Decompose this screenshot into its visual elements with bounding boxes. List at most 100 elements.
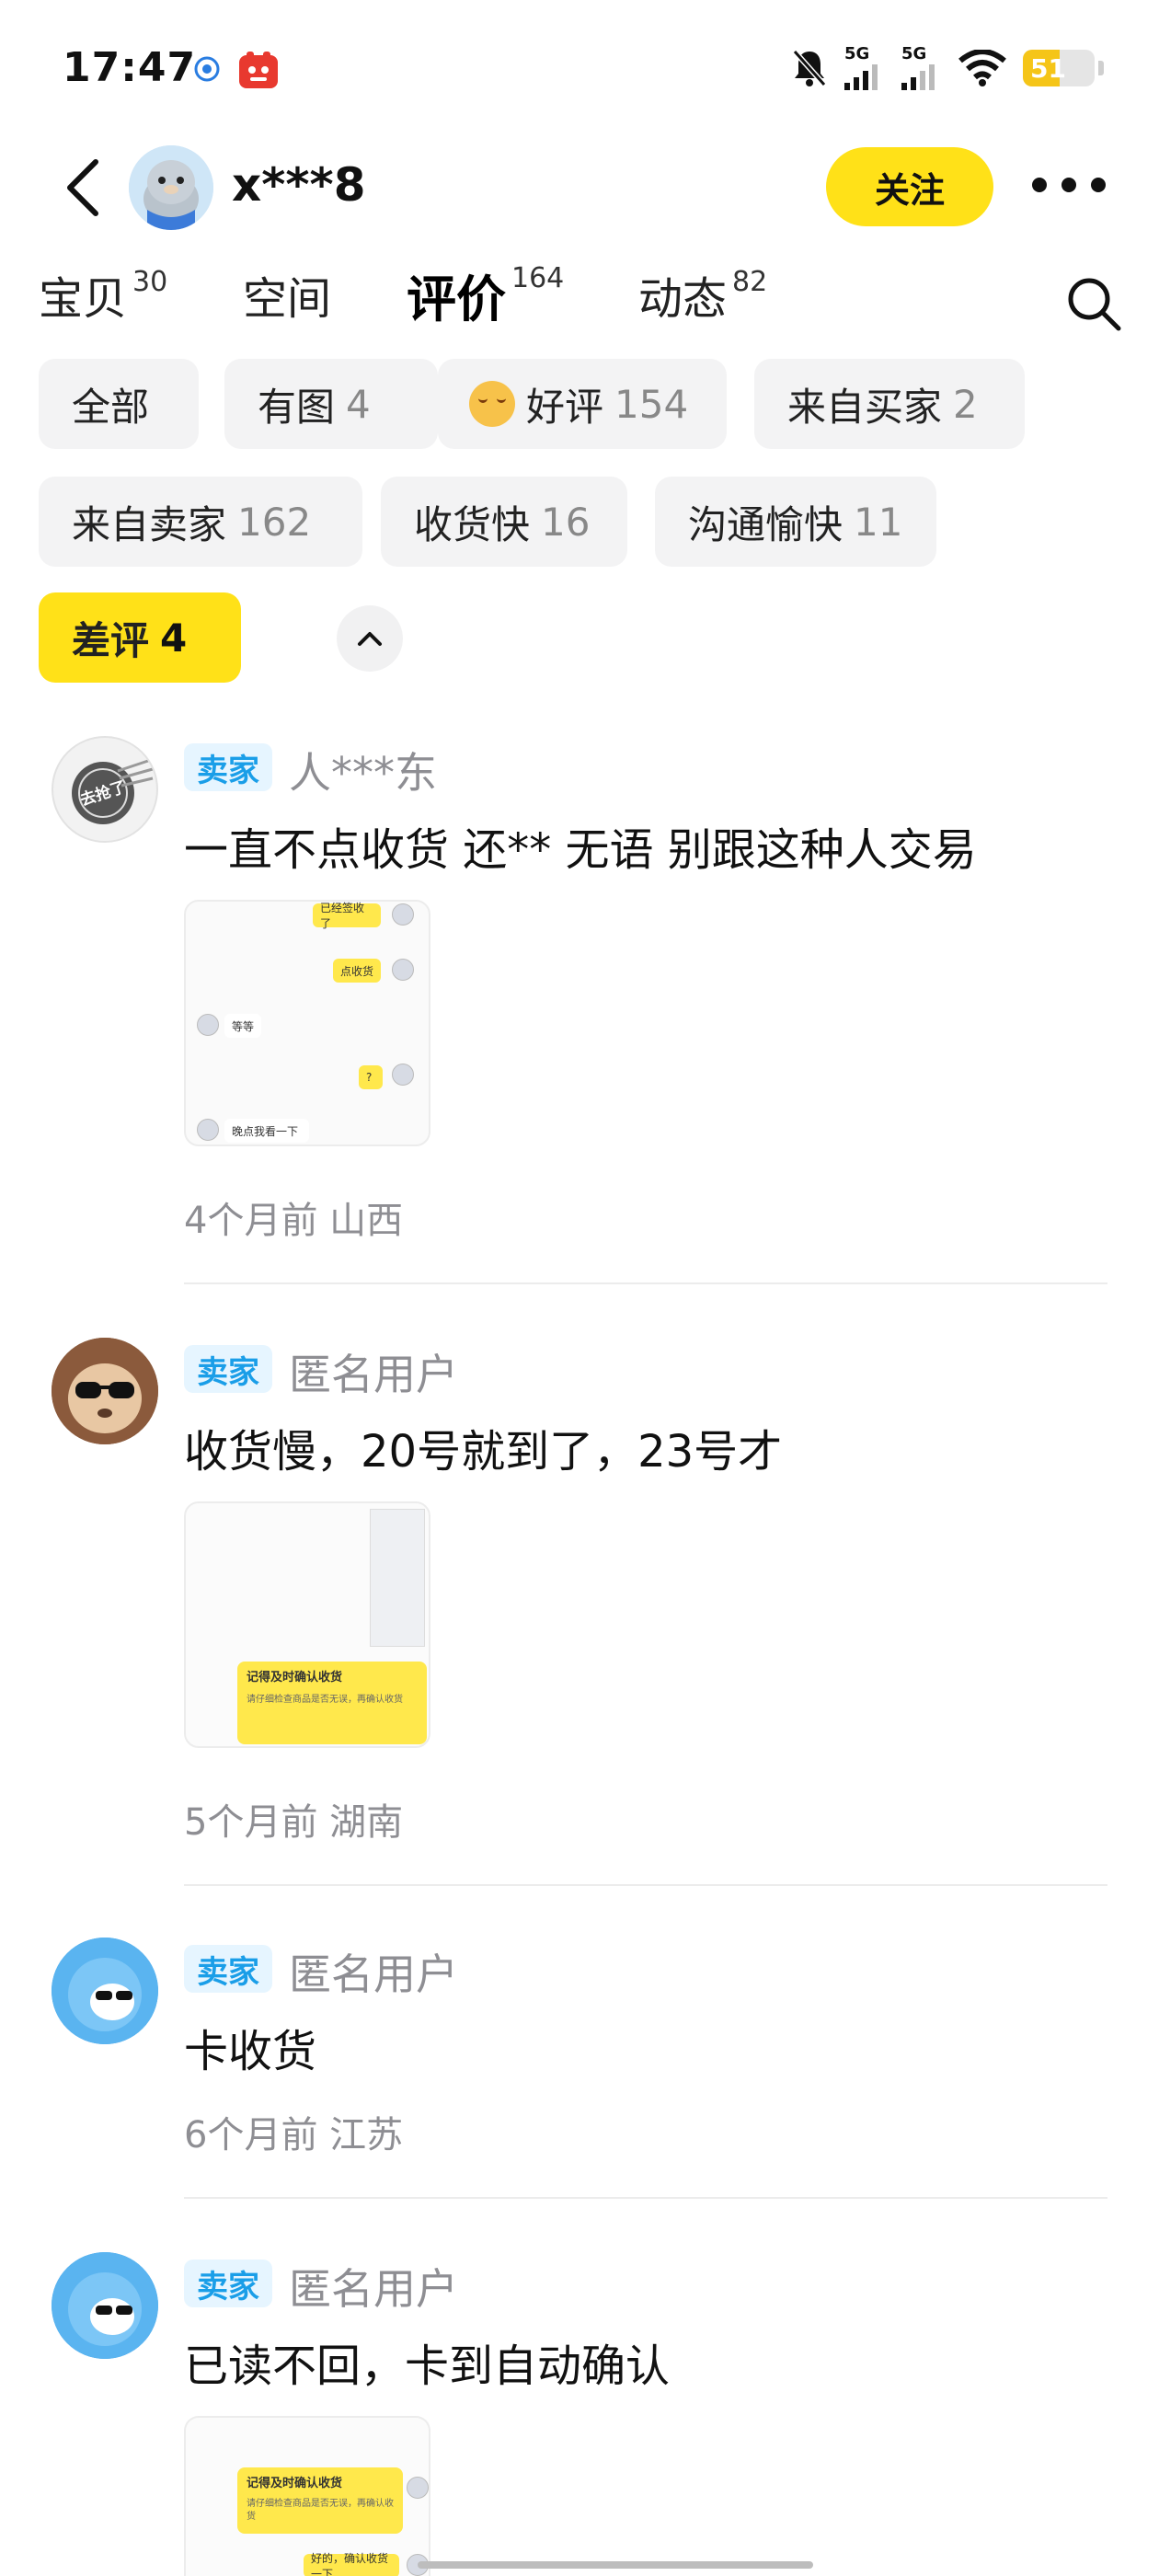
filter-label: 有图 xyxy=(258,384,336,430)
tab-label: 宝贝 xyxy=(39,273,128,325)
status-bar: 17:47 5G 5G 51 xyxy=(0,0,1159,138)
reminder-body: 请仔细检查商品是否无误，再确认收货 xyxy=(247,2499,394,2522)
filter-count: 4 xyxy=(346,381,371,427)
filter-label: 好评 xyxy=(526,384,604,430)
seller-badge: 卖家 xyxy=(184,1345,272,1393)
chat-bubble: 点收货 xyxy=(333,959,381,983)
filter-label: 来自卖家 xyxy=(72,501,227,547)
signal-1: 5G xyxy=(844,46,885,90)
home-indicator[interactable] xyxy=(418,2561,813,2569)
search-icon[interactable] xyxy=(1065,275,1122,332)
mobile-carrier-icon xyxy=(194,56,220,82)
reviewer-name: 人***东 xyxy=(289,748,437,798)
username: x***8 xyxy=(232,158,366,212)
signal-bars-icon xyxy=(844,64,878,90)
reviewer-avatar[interactable] xyxy=(52,1338,158,1444)
follow-button[interactable]: 关注 xyxy=(826,147,993,226)
user-avatar[interactable] xyxy=(129,145,213,230)
reminder-title: 记得及时确认收货 xyxy=(247,1671,343,1685)
tab-label: 评价 xyxy=(407,259,506,331)
signal-2: 5G xyxy=(901,46,942,90)
back-arrow-icon[interactable] xyxy=(61,158,107,217)
filter-label: 来自买家 xyxy=(787,384,943,430)
reminder-body: 请仔细检查商品是否无误，再确认收货 xyxy=(247,1695,403,1705)
tab-count: 164 xyxy=(511,262,565,294)
review-text: 一直不点收货 还** 无语 别跟这种人交易 xyxy=(184,824,977,876)
fluffy-avatar-icon xyxy=(52,1938,158,2044)
reviewer-name: 匿名用户 xyxy=(289,1350,458,1399)
tab-count: 30 xyxy=(132,266,168,298)
divider xyxy=(184,1282,1107,1284)
filter-negative[interactable]: 差评 4 xyxy=(39,592,241,683)
profile-header: x***8 关注 xyxy=(0,138,1159,239)
review-image[interactable]: 记得及时确认收货 请仔细检查商品是否无误，再确认收货 好的，确认收货一下 xyxy=(184,2416,430,2576)
filter-label: 全部 xyxy=(72,384,150,430)
reminder-title: 记得及时确认收货 xyxy=(247,2477,343,2490)
battery-tip xyxy=(1098,61,1104,75)
sloth-avatar-icon xyxy=(52,1338,158,1444)
wifi-icon xyxy=(958,50,1006,86)
review-meta: 6个月前 江苏 xyxy=(184,2114,404,2156)
tab-reviews[interactable]: 评价 164 xyxy=(407,259,564,332)
filter-label: 差评 xyxy=(72,617,150,663)
filter-from-buyers[interactable]: 来自买家 2 xyxy=(754,359,1025,449)
reviewer-avatar[interactable]: 去抢了 xyxy=(52,736,158,843)
status-time: 17:47 xyxy=(63,44,197,91)
filter-from-sellers[interactable]: 来自卖家 162 xyxy=(39,477,362,567)
tab-label: 动态 xyxy=(638,273,728,325)
seller-badge: 卖家 xyxy=(184,743,272,791)
filter-fast-delivery[interactable]: 收货快 16 xyxy=(381,477,627,567)
stamp-avatar-icon: 去抢了 xyxy=(72,758,154,824)
review-image[interactable]: 记得及时确认收货 请仔细检查商品是否无误，再确认收货 xyxy=(184,1501,430,1748)
collapse-filters-button[interactable] xyxy=(337,605,403,672)
divider xyxy=(184,2197,1107,2199)
tab-space[interactable]: 空间 xyxy=(243,262,331,336)
reviewer-avatar[interactable] xyxy=(52,1938,158,2044)
filter-count: 16 xyxy=(541,499,591,545)
tab-count: 82 xyxy=(732,266,768,298)
review-image[interactable]: 已经签收了 点收货 等等 ? 晚点我看一下 xyxy=(184,900,430,1146)
app-notification-icon xyxy=(239,52,278,88)
chevron-up-icon xyxy=(358,632,382,646)
chat-bubble: ? xyxy=(359,1065,383,1089)
review-meta: 5个月前 湖南 xyxy=(184,1801,404,1844)
tab-label: 空间 xyxy=(243,273,332,325)
chat-bubble: 晚点我看一下 xyxy=(224,1119,309,1143)
tab-bar: 宝贝 30 空间 评价 164 动态 82 xyxy=(0,262,1159,345)
more-options-icon[interactable] xyxy=(1032,171,1106,199)
chat-bubble: 等等 xyxy=(224,1014,261,1038)
review-text: 收货慢，20号就到了，23号才 xyxy=(184,1426,783,1478)
review-text: 已读不回，卡到自动确认 xyxy=(184,2340,671,2392)
seal-avatar-icon xyxy=(129,145,213,230)
filter-positive[interactable]: 好评 154 xyxy=(438,359,727,449)
tab-activity[interactable]: 动态 82 xyxy=(638,262,767,336)
reviewer-name: 匿名用户 xyxy=(289,2264,458,2314)
filter-good-communication[interactable]: 沟通愉快 11 xyxy=(655,477,936,567)
filter-count: 4 xyxy=(160,615,188,661)
review-text: 卡收货 xyxy=(184,2026,317,2077)
battery-indicator: 51 xyxy=(1023,50,1095,86)
filter-count: 154 xyxy=(614,381,689,427)
filter-count: 162 xyxy=(237,499,312,545)
battery-level: 51 xyxy=(1030,52,1066,84)
review-meta: 4个月前 山西 xyxy=(184,1200,404,1242)
seller-badge: 卖家 xyxy=(184,2260,272,2307)
divider xyxy=(184,1884,1107,1886)
reminder-card: 记得及时确认收货 请仔细检查商品是否无误，再确认收货 xyxy=(237,1662,427,1744)
filter-count: 2 xyxy=(953,381,978,427)
mute-bell-icon xyxy=(792,50,827,86)
smile-emoji-icon xyxy=(469,381,515,427)
reviewer-name: 匿名用户 xyxy=(289,1949,458,1999)
screenshot-thumbnail xyxy=(370,1509,425,1647)
filter-all[interactable]: 全部 xyxy=(39,359,199,449)
tab-items[interactable]: 宝贝 30 xyxy=(39,262,167,336)
fluffy-avatar-icon xyxy=(52,2252,158,2359)
filter-with-images[interactable]: 有图 4 xyxy=(224,359,438,449)
reminder-card: 记得及时确认收货 请仔细检查商品是否无误，再确认收货 xyxy=(237,2467,403,2534)
reviewer-avatar[interactable] xyxy=(52,2252,158,2359)
filter-count: 11 xyxy=(854,499,903,545)
chat-bubble: 好的，确认收货一下 xyxy=(304,2552,399,2576)
filter-label: 沟通愉快 xyxy=(688,501,843,547)
chat-bubble: 已经签收了 xyxy=(313,902,381,930)
signal-bars-icon xyxy=(901,64,935,90)
